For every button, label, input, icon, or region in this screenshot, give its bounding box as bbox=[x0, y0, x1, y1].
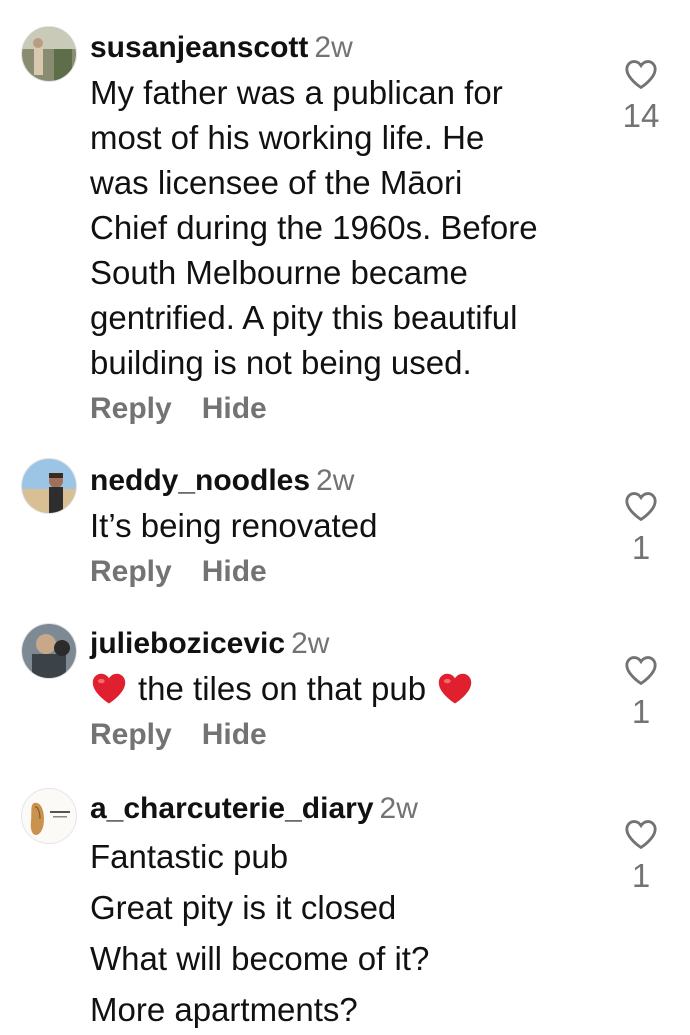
username[interactable]: susanjeanscott bbox=[90, 31, 308, 64]
like-column: 1 bbox=[610, 654, 672, 732]
username[interactable]: neddy_noodles bbox=[90, 464, 310, 497]
reply-button[interactable]: Reply bbox=[90, 392, 172, 425]
comment-actions: Reply Hide bbox=[90, 715, 610, 755]
comment-line: gentrified. A pity this beautiful bbox=[90, 299, 518, 336]
like-column: 1 bbox=[610, 490, 672, 568]
heart-outline-icon[interactable] bbox=[624, 654, 658, 686]
like-count: 1 bbox=[631, 529, 651, 566]
like-column: 1 bbox=[610, 818, 672, 896]
heart-outline-icon[interactable] bbox=[624, 490, 658, 522]
username[interactable]: a_charcuterie_diary bbox=[90, 792, 374, 825]
timestamp: 2w bbox=[316, 464, 355, 497]
comment-line: Fantastic pub bbox=[90, 838, 289, 875]
comment-line: More apartments? bbox=[90, 991, 358, 1028]
avatar-photo bbox=[22, 789, 76, 843]
comment-line: was licensee of the Māori bbox=[90, 164, 463, 201]
comment-line: building is not being used. bbox=[90, 344, 472, 381]
red-heart-emoji bbox=[438, 673, 472, 704]
heart-outline-icon[interactable] bbox=[624, 818, 658, 850]
comment-line: What will become of it? bbox=[90, 940, 430, 977]
comment-line: the tiles on that pub bbox=[90, 666, 610, 711]
comment-actions: Reply Hide bbox=[90, 552, 610, 592]
comment-line: most of his working life. He bbox=[90, 119, 485, 156]
avatar-photo bbox=[22, 27, 76, 81]
reply-button[interactable]: Reply bbox=[90, 555, 172, 588]
comment-line: Great pity is it closed bbox=[90, 889, 397, 926]
avatar[interactable] bbox=[21, 458, 77, 514]
comment-text: Fantastic pub Great pity is it closed Wh… bbox=[90, 831, 610, 1035]
comment-text-content: the tiles on that pub bbox=[138, 670, 427, 707]
comment-text: My father was a publican for most of his… bbox=[90, 70, 610, 385]
hide-button[interactable]: Hide bbox=[202, 718, 267, 751]
like-column: 14 bbox=[610, 58, 672, 136]
comment-line: South Melbourne became bbox=[90, 254, 468, 291]
comment-text: the tiles on that pub bbox=[90, 666, 610, 711]
comment-line: It’s being renovated bbox=[90, 507, 378, 544]
timestamp: 2w bbox=[379, 792, 418, 825]
avatar-photo bbox=[22, 459, 76, 513]
comment-header: juliebozicevic 2w bbox=[90, 624, 610, 664]
reply-button[interactable]: Reply bbox=[90, 718, 172, 751]
like-count: 1 bbox=[631, 857, 651, 894]
comment-header: a_charcuterie_diary 2w bbox=[90, 789, 610, 829]
timestamp: 2w bbox=[314, 31, 353, 64]
avatar[interactable] bbox=[21, 623, 77, 679]
heart-outline-icon[interactable] bbox=[624, 58, 658, 90]
hide-button[interactable]: Hide bbox=[202, 392, 267, 425]
red-heart-emoji bbox=[92, 673, 126, 704]
comment-actions: Reply Hide bbox=[90, 389, 610, 429]
avatar[interactable] bbox=[21, 26, 77, 82]
hide-button[interactable]: Hide bbox=[202, 555, 267, 588]
comment-text: It’s being renovated bbox=[90, 503, 610, 548]
username[interactable]: juliebozicevic bbox=[90, 627, 285, 660]
like-count: 14 bbox=[622, 97, 660, 134]
comment-header: susanjeanscott 2w bbox=[90, 28, 610, 68]
comment-line: My father was a publican for bbox=[90, 74, 503, 111]
avatar-photo bbox=[22, 624, 76, 678]
avatar[interactable] bbox=[21, 788, 77, 844]
like-count: 1 bbox=[631, 693, 651, 730]
timestamp: 2w bbox=[291, 627, 330, 660]
comment-line: Chief during the 1960s. Before bbox=[90, 209, 538, 246]
comment-header: neddy_noodles 2w bbox=[90, 461, 610, 501]
